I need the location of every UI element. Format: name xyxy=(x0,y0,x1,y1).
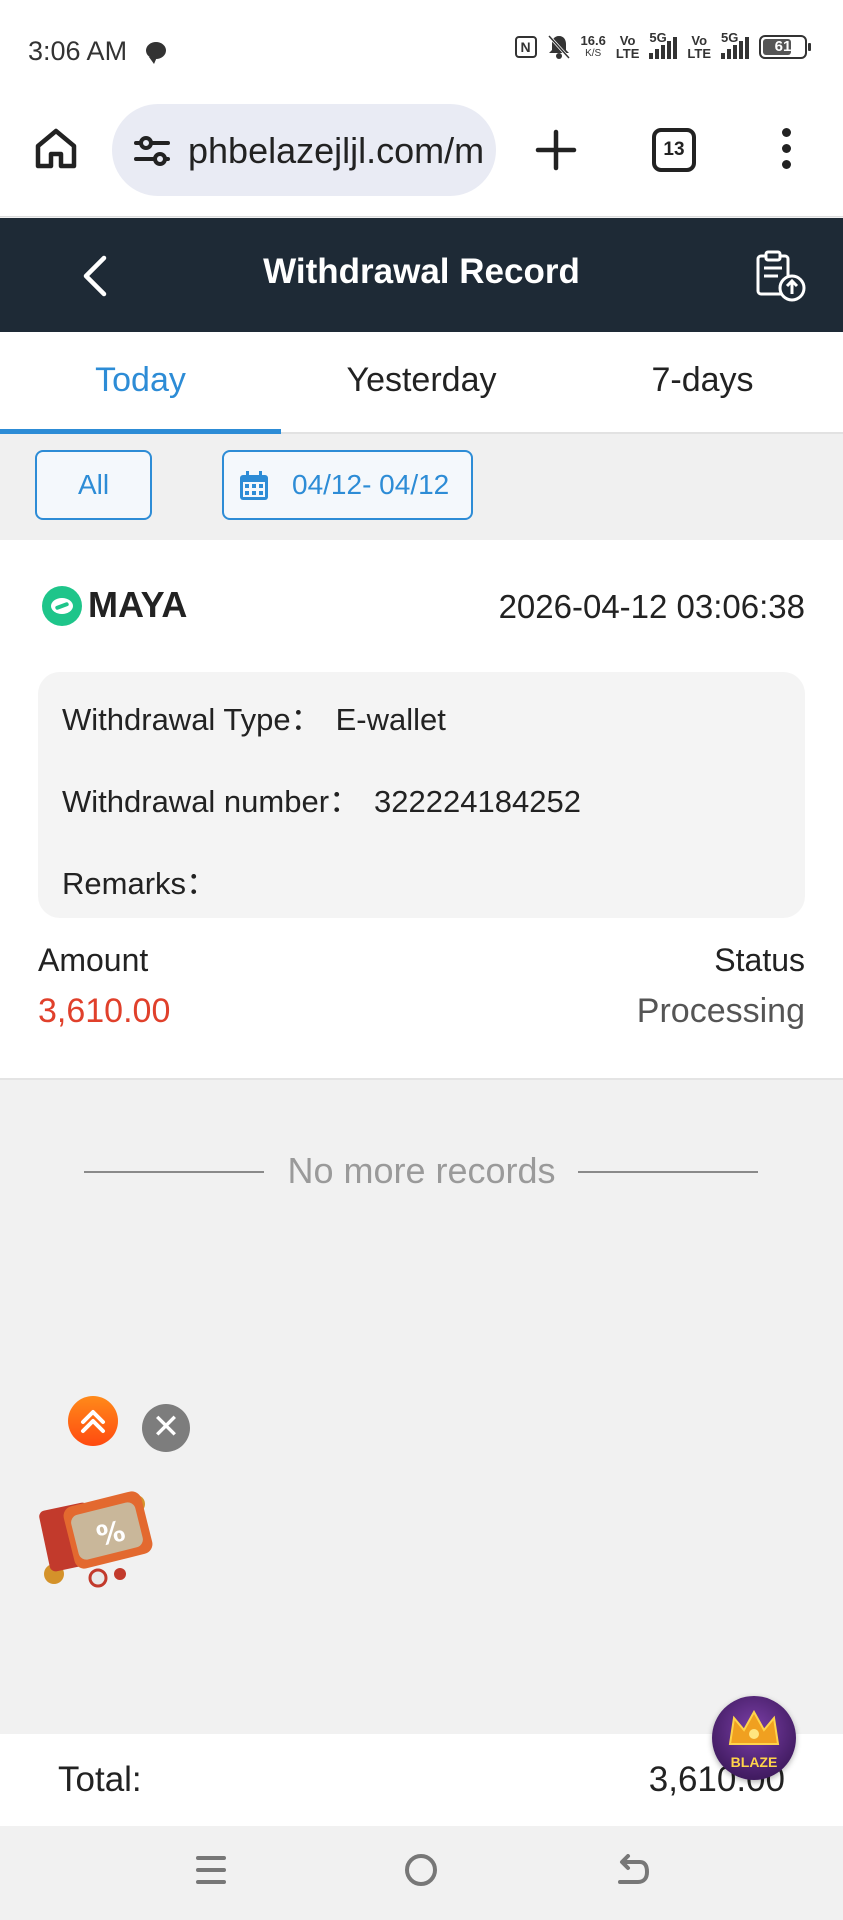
site-settings-icon[interactable] xyxy=(132,135,172,167)
recent-apps-icon[interactable] xyxy=(196,1856,226,1888)
chat-bubble-icon xyxy=(146,42,166,64)
remarks-label: Remarks： xyxy=(62,866,218,901)
close-promo-button[interactable]: ✕ xyxy=(142,1404,190,1452)
date-range-button[interactable]: 04/12- 04/12 xyxy=(222,450,473,520)
date-tabs: Today Yesterday 7-days xyxy=(0,332,843,434)
withdrawal-type-row: Withdrawal Type： E-wallet xyxy=(62,694,446,739)
amount-value: 3,610.00 xyxy=(38,992,171,1030)
status-time: 3:06 AM xyxy=(28,36,128,66)
new-tab-icon[interactable] xyxy=(534,128,578,172)
remarks-row: Remarks： xyxy=(62,858,231,903)
tab-switcher-button[interactable]: 13 xyxy=(652,128,696,172)
tab-7-days[interactable]: 7-days xyxy=(562,332,843,432)
tab-today[interactable]: Today xyxy=(0,332,281,434)
payment-method: MAYA xyxy=(88,584,188,625)
record-datetime: 2026-04-12 03:06:38 xyxy=(498,588,805,625)
address-bar[interactable]: phbelazejljl.com/m xyxy=(112,104,496,196)
divider-right xyxy=(578,1171,758,1173)
document-upload-icon[interactable] xyxy=(752,248,810,304)
battery-icon: 61 xyxy=(759,35,811,59)
withdrawal-number-row: Withdrawal number： 322224184252 xyxy=(62,776,581,821)
no-more-records: No more records xyxy=(0,1146,843,1196)
sim2-signal-icon: 5G xyxy=(721,31,749,59)
url-text: phbelazejljl.com/m xyxy=(188,130,485,171)
scroll-top-button[interactable] xyxy=(68,1396,118,1446)
total-label: Total: xyxy=(58,1760,142,1799)
record-details: Withdrawal Type： E-wallet Withdrawal numb… xyxy=(38,672,805,918)
tab-yesterday[interactable]: Yesterday xyxy=(281,332,562,432)
date-range-text: 04/12- 04/12 xyxy=(292,469,450,500)
page-title: Withdrawal Record xyxy=(263,252,580,291)
double-chevron-up-icon xyxy=(81,1410,105,1433)
status-icons: N 16.6 K/S Vo LTE 5G Vo LTE 5G 61 xyxy=(514,31,811,61)
bell-off-icon xyxy=(547,34,570,60)
sim1-volte: Vo LTE xyxy=(615,33,640,61)
status-value: Processing xyxy=(636,992,805,1030)
withdrawal-number-value: 322224184252 xyxy=(374,784,581,819)
blaze-label: BLAZE xyxy=(730,1754,778,1770)
sim2-volte: Vo LTE xyxy=(687,33,711,61)
net-speed: 16.6 K/S xyxy=(580,33,606,59)
withdrawal-number-label: Withdrawal number： xyxy=(62,784,361,819)
home-icon[interactable] xyxy=(34,126,78,170)
status-bar: 3:06 AM N 16.6 K/S Vo LTE 5G Vo LTE 5G 6… xyxy=(0,0,843,100)
type-filter-button[interactable]: All xyxy=(35,450,152,520)
crown-icon xyxy=(728,1710,780,1745)
discount-coupon-icon[interactable]: % xyxy=(34,1482,158,1592)
withdrawal-type-label: Withdrawal Type： xyxy=(62,702,322,737)
sim1-signal-icon: 5G xyxy=(649,31,678,59)
app-header: Withdrawal Record xyxy=(0,218,843,332)
back-icon[interactable] xyxy=(614,1854,650,1890)
amount-label: Amount xyxy=(38,942,149,978)
nfc-icon: N xyxy=(514,36,537,58)
withdrawal-record-card[interactable]: MAYA 2026-04-12 03:06:38 Withdrawal Type… xyxy=(0,540,843,1080)
home-button-icon[interactable] xyxy=(405,1854,437,1886)
withdrawal-type-value: E-wallet xyxy=(335,702,446,737)
maya-logo-icon xyxy=(42,586,82,626)
blaze-game-badge[interactable]: BLAZE xyxy=(712,1696,796,1780)
browser-toolbar: phbelazejljl.com/m 13 xyxy=(0,100,843,217)
status-label: Status xyxy=(714,942,805,978)
more-menu-icon[interactable] xyxy=(776,128,796,176)
calendar-icon xyxy=(240,471,268,500)
system-nav-bar xyxy=(0,1826,843,1920)
filter-row: All 04/12- 04/12 xyxy=(0,434,843,540)
